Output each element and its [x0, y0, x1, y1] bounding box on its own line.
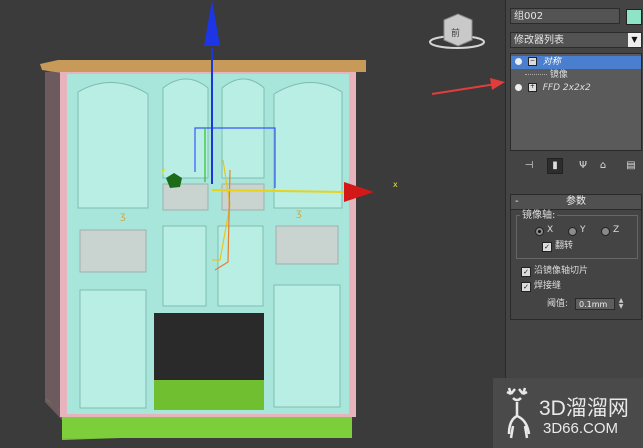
chevron-down-icon[interactable]: ▼ [628, 33, 641, 47]
radio-axis-x[interactable] [535, 227, 544, 236]
lightbulb-icon[interactable] [515, 84, 522, 91]
mirror-axis-group: 镜像轴: X Y Z ✓ 翻转 [516, 210, 638, 259]
watermark-url: 3D66.COM [543, 420, 619, 437]
pin-stack-icon[interactable]: ⊣ [522, 159, 536, 173]
weld-seam-label: 焊接缝 [534, 281, 562, 291]
gizmo-x-label: x [393, 180, 398, 189]
stack-item-symmetry[interactable]: − 对称 [511, 56, 641, 69]
stack-item-label: 对称 [542, 57, 561, 67]
door-panel-left-lower [79, 289, 147, 409]
object-color-swatch[interactable] [626, 9, 642, 25]
watermark-text: 3D溜溜网 [539, 397, 629, 420]
door-panel-center-left-mid [162, 225, 207, 307]
stack-item-label: 镜像 [549, 70, 568, 80]
threshold-input[interactable]: 0.1mm [575, 298, 615, 310]
door-panel-right-lower [273, 284, 341, 408]
viewport-scene[interactable]: ʒ ʒ x y 前 [0, 0, 505, 448]
axis-y-label: Y [580, 225, 586, 235]
opening-floor [154, 380, 264, 410]
grille-center-left [162, 183, 209, 211]
make-unique-icon[interactable]: Ψ [576, 159, 590, 173]
collapse-icon[interactable]: - [515, 195, 519, 209]
handle-right: ʒ [296, 208, 302, 219]
door-panel-center-right-mid [217, 225, 264, 307]
cabinet-top [40, 60, 366, 73]
collapse-icon[interactable]: − [527, 57, 537, 66]
remove-modifier-icon[interactable]: ⌂ [596, 159, 610, 173]
gizmo-x-arrow[interactable] [344, 182, 374, 202]
cabinet-side [45, 70, 62, 420]
mirror-axis-label: 镜像轴: [520, 210, 558, 222]
axis-z-label: Z [613, 225, 620, 235]
lightbulb-icon[interactable] [515, 58, 522, 65]
threshold-label: 阈值: [547, 299, 569, 309]
tree-connector [525, 74, 547, 75]
object-name-field[interactable]: 组002 [510, 8, 620, 24]
slice-along-mirror-label: 沿镜像轴切片 [534, 266, 589, 276]
slice-along-mirror-checkbox[interactable]: ✓ [521, 267, 531, 277]
stack-item-label: FFD 2x2x2 [542, 83, 591, 93]
parameters-rollout: - 参数 镜像轴: X Y Z ✓ 翻转 ✓ 沿镜像轴切片 ✓ 焊接缝 阈值: … [510, 194, 642, 320]
annotation-arrow-head [490, 78, 505, 90]
expand-icon[interactable]: + [527, 83, 537, 92]
grille-right [275, 225, 339, 265]
gizmo-z-arrow[interactable] [204, 0, 220, 46]
modifier-stack[interactable]: − 对称 镜像 + FFD 2x2x2 [510, 53, 642, 151]
handle-left: ʒ [120, 211, 126, 222]
modifier-list-label: 修改器列表 [514, 35, 564, 46]
threshold-spinner[interactable]: ▲ ▼ [617, 298, 625, 310]
grille-left [79, 229, 147, 273]
show-end-result-icon[interactable]: ▮ [547, 158, 563, 174]
parameters-title: 参数 [566, 196, 586, 207]
weld-seam-checkbox[interactable]: ✓ [521, 282, 531, 292]
stack-item-ffd[interactable]: + FFD 2x2x2 [511, 82, 641, 95]
axis-x-label: X [547, 225, 554, 235]
modifier-list-dropdown[interactable]: 修改器列表 ▼ [510, 32, 642, 48]
viewcube-label: 前 [451, 27, 460, 39]
annotation-arrow-line [431, 83, 497, 95]
radio-axis-y[interactable] [568, 227, 577, 236]
stack-item-mirror[interactable]: 镜像 [511, 69, 641, 82]
stack-toolbar: ⊣ ▮ Ψ ⌂ ▤ [510, 157, 642, 175]
door-panel-left-upper [77, 82, 149, 209]
deer-logo-icon [506, 387, 531, 439]
door-panel-right-upper [273, 82, 343, 209]
configure-sets-icon[interactable]: ▤ [624, 159, 638, 173]
radio-axis-z[interactable] [601, 227, 610, 236]
gizmo-y-label: y [161, 166, 166, 175]
flip-label: 翻转 [555, 241, 574, 251]
parameters-rollout-header[interactable]: - 参数 [511, 195, 641, 210]
watermark: 3D溜溜网 3D66.COM [493, 378, 643, 448]
flip-checkbox[interactable]: ✓ [542, 242, 552, 252]
3d-viewport[interactable]: ʒ ʒ x y 前 [0, 0, 505, 448]
